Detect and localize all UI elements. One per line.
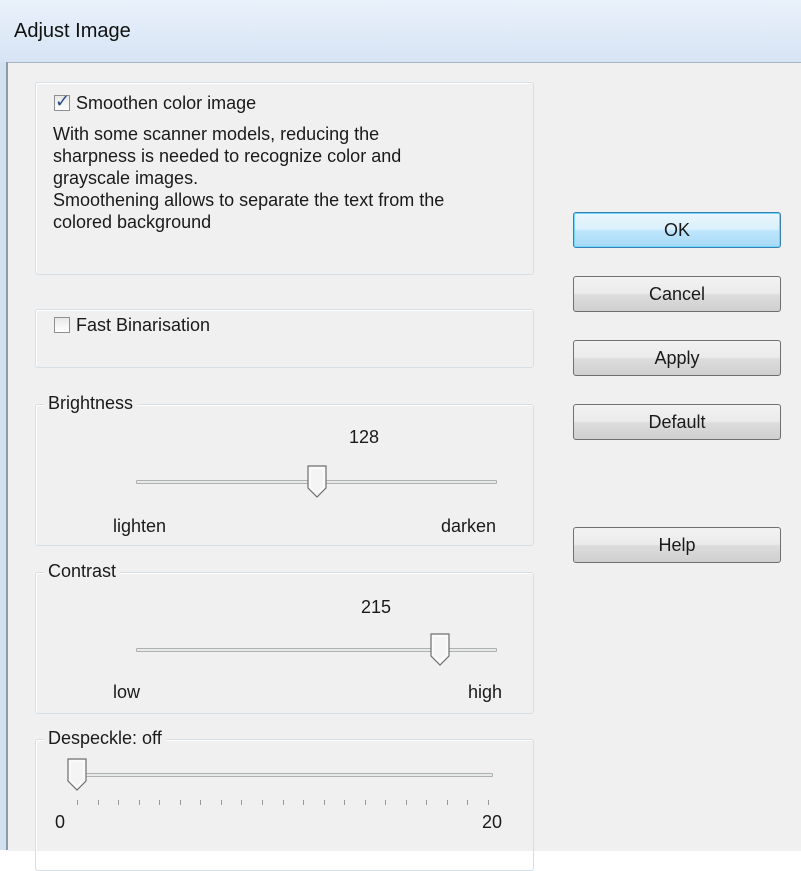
despeckle-tick [405,800,407,805]
despeckle-slider-track[interactable] [70,773,493,777]
despeckle-group: Despeckle: off 0 20 [35,728,534,871]
smoothen-description: With some scanner models, reducing the s… [53,123,523,233]
contrast-max-label: high [468,682,503,702]
smoothen-checkbox[interactable]: ✓ [54,91,70,111]
help-button[interactable]: Help [573,527,781,563]
description-line: grayscale images. [53,168,199,188]
smoothen-label[interactable]: Smoothen color image [76,93,256,114]
contrast-legend: Contrast [44,561,121,582]
despeckle-tick [97,800,99,805]
description-line: colored background [53,212,212,232]
despeckle-tick [446,800,448,805]
despeckle-tick [323,800,325,805]
despeckle-tick [220,800,222,805]
description-line: With some scanner models, reducing the [53,124,380,144]
despeckle-tick [159,800,161,805]
brightness-group: Brightness 128 lighten darken [35,393,534,546]
title-bar: Adjust Image [0,0,801,62]
brightness-legend: Brightness [44,393,138,414]
despeckle-tick [426,800,428,805]
description-line: sharpness is needed to recognize color a… [53,146,402,166]
despeckle-tick [138,800,140,805]
contrast-group: Contrast 215 low high [35,561,534,714]
despeckle-slider-thumb[interactable] [67,758,87,792]
despeckle-tick [385,800,387,805]
brightness-max-label: darken [441,516,497,536]
brightness-min-label: lighten [113,516,167,536]
apply-button[interactable]: Apply [573,340,781,376]
fast-binarisation-group: Fast Binarisation [35,309,534,368]
description-line: Smoothening allows to separate the text … [53,190,445,210]
despeckle-tick [179,800,181,805]
contrast-slider-thumb[interactable] [430,633,450,667]
despeckle-tick [282,800,284,805]
brightness-slider-thumb[interactable] [307,465,327,499]
despeckle-tick [200,800,202,805]
despeckle-tick [118,800,120,805]
fast-binarisation-checkbox[interactable] [54,317,70,333]
despeckle-max-label: 20 [482,812,503,832]
despeckle-tick [241,800,243,805]
despeckle-tick [467,800,469,805]
window-title: Adjust Image [14,20,131,42]
despeckle-tick [344,800,346,805]
despeckle-min-label: 0 [55,812,66,832]
smoothen-group: ✓ Smoothen color image With some scanner… [35,82,534,275]
dialog-client-area: ✓ Smoothen color image With some scanner… [8,62,801,871]
despeckle-tick [364,800,366,805]
despeckle-tick [488,800,489,805]
checkmark-icon: ✓ [55,91,71,111]
default-button[interactable]: Default [573,404,781,440]
brightness-value: 128 [349,427,380,447]
cancel-button[interactable]: Cancel [573,276,781,312]
contrast-value: 215 [361,597,392,617]
contrast-min-label: low [113,682,141,702]
fast-binarisation-label[interactable]: Fast Binarisation [76,315,214,336]
despeckle-tick [303,800,305,805]
despeckle-tick [77,800,78,805]
ok-button[interactable]: OK [573,212,781,248]
despeckle-legend: Despeckle: off [44,728,166,749]
despeckle-tick [261,800,263,805]
